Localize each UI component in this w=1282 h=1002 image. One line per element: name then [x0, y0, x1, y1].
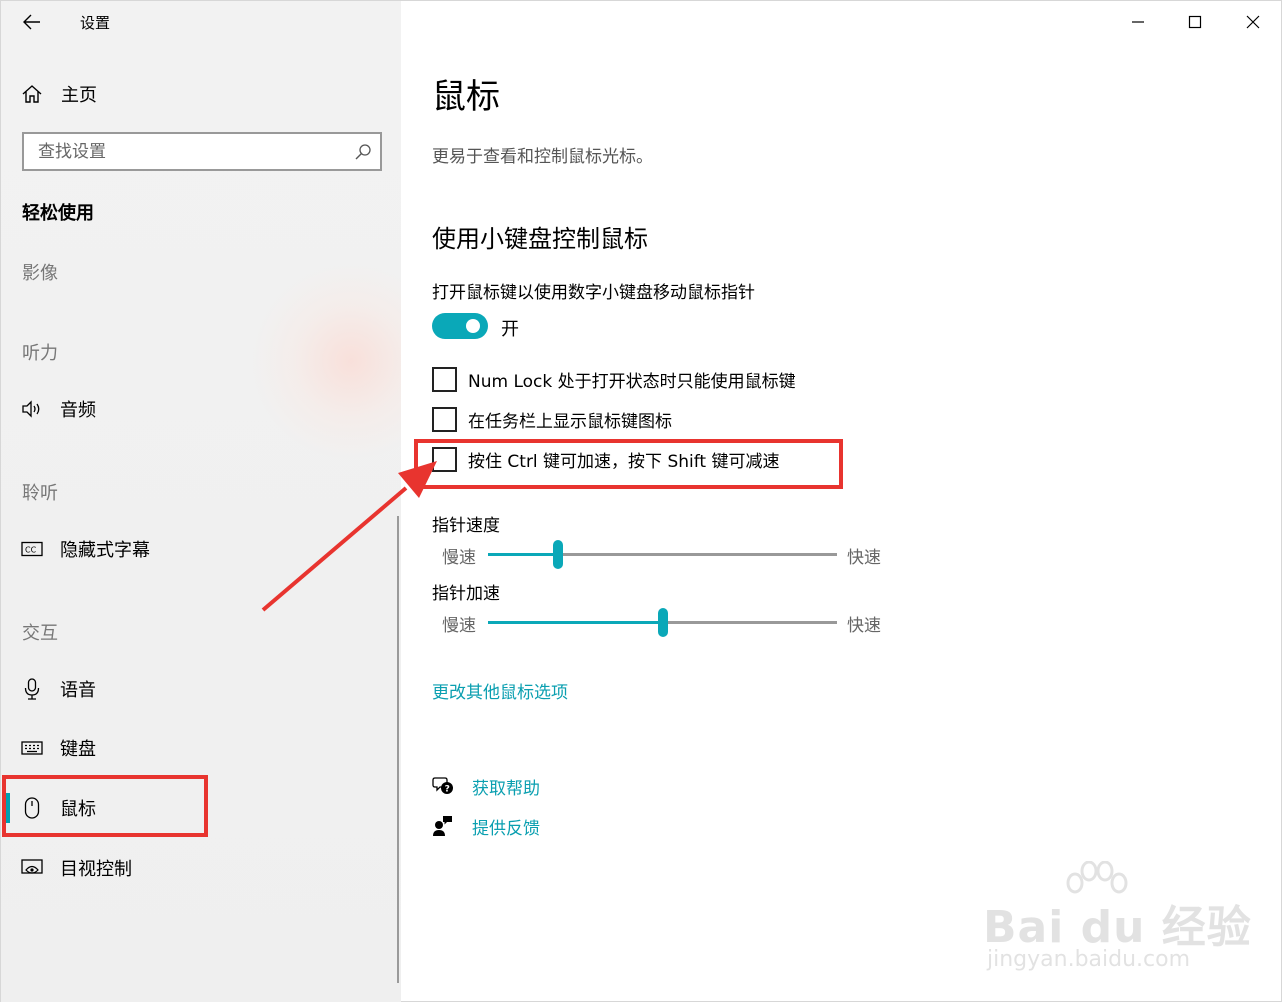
checkbox-numlock-box[interactable] [432, 366, 457, 392]
checkbox-taskbar-icon-box[interactable] [432, 406, 457, 432]
pointer-speed-track[interactable] [488, 540, 837, 569]
watermark-url: jingyan.baidu.com [987, 947, 1191, 972]
pointer-speed-max-label: 快速 [847, 548, 881, 568]
sidebar: 设置 主页 轻松使用 影像 听力 音 [1, 1, 401, 1002]
sidebar-item-home-label: 主页 [61, 85, 97, 106]
back-button[interactable] [17, 9, 47, 35]
pointer-speed-title: 指针速度 [432, 516, 500, 536]
toggle-knob [466, 319, 480, 333]
pointer-speed-slider-row: 慢速 快速 [442, 539, 902, 569]
get-help-link[interactable]: 获取帮助 [472, 774, 540, 799]
checkbox-numlock[interactable]: Num Lock 处于打开状态时只能使用鼠标键 [432, 366, 796, 392]
pointer-acceleration-title: 指针加速 [432, 584, 500, 604]
sidebar-item-speech-label: 语音 [60, 680, 96, 701]
feedback-link[interactable]: 提供反馈 [472, 814, 540, 839]
search-icon[interactable] [354, 143, 372, 161]
closed-captions-icon: CC [21, 538, 43, 560]
sidebar-item-keyboard[interactable]: 键盘 [21, 733, 96, 763]
help-chat-icon: ? [432, 777, 453, 795]
mouse-keys-toggle[interactable] [432, 313, 488, 339]
watermark-main-text: Bai du 经验 [983, 902, 1252, 953]
search-input[interactable] [38, 141, 354, 162]
sidebar-item-eye-control-label: 目视控制 [60, 859, 132, 880]
background-glow [251, 261, 401, 461]
group-heading-vision: 影像 [22, 263, 58, 284]
feedback-icon [433, 816, 452, 836]
sidebar-scrollbar[interactable] [397, 516, 399, 983]
pointer-speed-thumb[interactable] [553, 540, 563, 569]
main-panel: 鼠标 更易于查看和控制鼠标光标。 使用小键盘控制鼠标 打开鼠标键以使用数字小键盘… [401, 1, 1282, 1002]
pointer-acceleration-thumb[interactable] [658, 608, 668, 637]
feedback-row[interactable]: 提供反馈 [432, 813, 540, 839]
back-arrow-icon [23, 14, 40, 30]
checkbox-taskbar-icon[interactable]: 在任务栏上显示鼠标键图标 [432, 406, 672, 432]
app-title: 设置 [80, 14, 111, 32]
sidebar-item-keyboard-label: 键盘 [60, 739, 96, 760]
checkbox-numlock-label: Num Lock 处于打开状态时只能使用鼠标键 [468, 371, 796, 392]
sidebar-item-home[interactable]: 主页 [21, 80, 97, 108]
page-title: 鼠标 [432, 77, 500, 117]
get-help-row[interactable]: ? 获取帮助 [432, 773, 540, 799]
pointer-acceleration-min-label: 慢速 [442, 616, 476, 636]
svg-text:?: ? [445, 785, 450, 795]
sidebar-item-captions[interactable]: CC 隐藏式字幕 [21, 534, 150, 564]
keyboard-icon [21, 737, 43, 759]
home-icon [22, 85, 42, 103]
sidebar-item-audio[interactable]: 音频 [21, 394, 96, 424]
sidebar-item-audio-label: 音频 [60, 400, 96, 421]
sidebar-item-captions-label: 隐藏式字幕 [60, 540, 150, 561]
pointer-acceleration-fill [488, 621, 663, 624]
checkbox-taskbar-icon-label: 在任务栏上显示鼠标键图标 [468, 411, 672, 432]
pointer-acceleration-max-label: 快速 [847, 616, 881, 636]
baidu-watermark: Bai du 经验 jingyan.baidu.com [983, 861, 1253, 981]
pointer-acceleration-track[interactable] [488, 608, 837, 637]
group-heading-hearing: 听力 [22, 343, 58, 364]
toggle-state-label: 开 [501, 319, 519, 340]
search-box[interactable] [22, 132, 382, 171]
section-subtitle: 使用小键盘控制鼠标 [432, 225, 648, 253]
page-description: 更易于查看和控制鼠标光标。 [432, 147, 653, 167]
pointer-speed-fill [488, 553, 558, 556]
annotation-box-mouse [2, 775, 208, 837]
annotation-box-ctrl-shift [414, 439, 843, 489]
settings-window: 设置 主页 轻松使用 影像 听力 音 [0, 0, 1282, 1002]
pointer-speed-min-label: 慢速 [442, 548, 476, 568]
pointer-acceleration-slider-row: 慢速 快速 [442, 607, 902, 637]
eye-control-icon [21, 857, 43, 879]
speaker-icon [21, 398, 43, 420]
group-heading-listening: 聆听 [22, 483, 58, 504]
sidebar-item-speech[interactable]: 语音 [21, 674, 96, 704]
group-heading-interaction: 交互 [22, 623, 58, 644]
section-heading: 轻松使用 [22, 203, 94, 224]
microphone-icon [21, 678, 43, 700]
svg-text:CC: CC [25, 546, 37, 555]
toggle-description: 打开鼠标键以使用数字小键盘移动鼠标指针 [432, 283, 755, 303]
more-mouse-options-link[interactable]: 更改其他鼠标选项 [432, 678, 568, 703]
sidebar-item-eye-control[interactable]: 目视控制 [21, 853, 132, 883]
